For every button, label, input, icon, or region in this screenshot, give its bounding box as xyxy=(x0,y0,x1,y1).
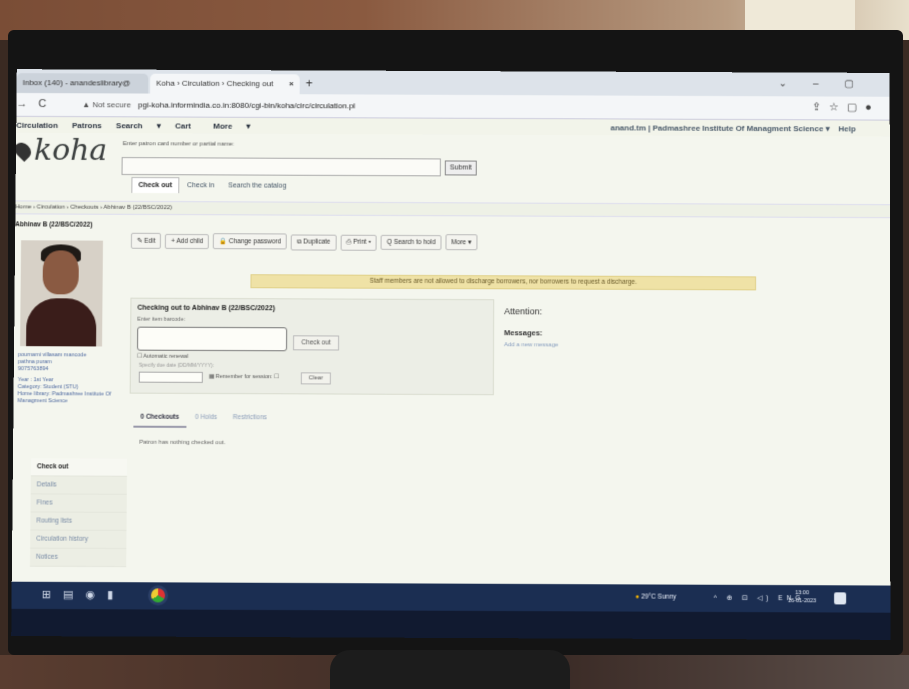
help-link[interactable]: Help xyxy=(838,124,855,133)
user-info[interactable]: anand.tm | Padmashree Institute Of Manag… xyxy=(611,123,856,133)
notification-icon[interactable] xyxy=(834,592,847,605)
tab-search-catalog[interactable]: Search the catalog xyxy=(222,178,292,193)
search-tabs: Check out Check in Search the catalog xyxy=(131,177,292,194)
side-notices[interactable]: Notices xyxy=(29,548,127,568)
messages-heading: Messages: xyxy=(504,328,543,338)
remember-checkbox[interactable]: ▦ Remember for session: ☐ xyxy=(209,374,279,380)
due-date-input[interactable] xyxy=(138,371,203,383)
chevron-down-icon: ▾ xyxy=(825,124,830,134)
cart-icon: ▾ xyxy=(156,121,161,131)
attention-heading: Attention: xyxy=(504,306,543,317)
add-child-button[interactable]: + Add child xyxy=(165,233,210,250)
side-fines[interactable]: Fines xyxy=(30,494,127,513)
tab-koha[interactable]: × Koha › Circulation › Checking out xyxy=(150,73,300,95)
koha-top-nav: Circulation Patrons Search ▾ Cart More ▾… xyxy=(16,116,890,137)
duplicate-button[interactable]: ⧉ Duplicate xyxy=(290,234,337,251)
add-message-link[interactable]: Add a new message xyxy=(504,342,558,348)
patron-search-input[interactable] xyxy=(121,157,441,177)
monitor-screen: Inbox (140) - anandeslibrary@ × Koha › C… xyxy=(11,69,891,640)
nav-cart[interactable]: ▾ Cart xyxy=(157,121,199,130)
nav-buttons[interactable]: → C xyxy=(16,98,50,110)
screen-bottom-edge xyxy=(11,608,891,640)
taskbar-app-icons[interactable]: ⊞▤◉▮ xyxy=(42,588,126,601)
side-details[interactable]: Details xyxy=(30,476,127,495)
warning-icon: ▲ xyxy=(82,100,93,110)
tab-restrictions[interactable]: Restrictions xyxy=(226,409,274,426)
patron-info: pournami villasam mancode pathna puram 9… xyxy=(17,352,116,405)
search-to-hold-button[interactable]: Q Search to hold xyxy=(380,234,442,251)
clear-button[interactable]: Clear xyxy=(300,372,331,385)
barcode-input[interactable] xyxy=(137,326,288,352)
checkout-panel: Checking out to Abhinav B (22/BSC/2022) … xyxy=(129,297,495,396)
nav-circulation[interactable]: Circulation xyxy=(16,121,58,130)
patron-library: Home library: Padmashree Institute Of Ma… xyxy=(17,391,112,405)
side-check-out[interactable]: Check out xyxy=(30,458,128,477)
weather-widget[interactable]: ● 29°C Sunny xyxy=(635,593,676,600)
change-password-button[interactable]: 🔒 Change password xyxy=(212,233,288,250)
barcode-hint: Enter item barcode: xyxy=(137,316,186,323)
patron-name: Abhinav B (22/BSC/2022) xyxy=(15,221,93,229)
issue-tabs: 0 Checkouts 0 Holds Restrictions xyxy=(133,408,274,429)
monitor-stand xyxy=(330,650,570,689)
patron-side-menu: Check out Details Fines Routing lists Ci… xyxy=(29,458,128,568)
checkout-title: Checking out to Abhinav B (22/BSC/2022) xyxy=(137,304,276,313)
nav-search[interactable]: Search xyxy=(116,121,143,130)
tab-holds[interactable]: 0 Holds xyxy=(188,409,224,426)
tab-check-in[interactable]: Check in xyxy=(181,178,220,193)
nav-more[interactable]: More ▾ xyxy=(213,122,258,131)
breadcrumb[interactable]: Home › Circulation › Checkouts › Abhinav… xyxy=(15,200,890,219)
edit-button[interactable]: ✎ Edit xyxy=(130,232,162,249)
tab-koha-label: Koha › Circulation › Checking out xyxy=(156,78,274,89)
koha-logo[interactable]: koha xyxy=(11,133,107,168)
koha-drop-icon xyxy=(11,139,35,162)
tab-check-out[interactable]: Check out xyxy=(131,177,180,194)
side-circulation-history[interactable]: Circulation history xyxy=(30,530,127,550)
tab-gmail-label: Inbox (140) - anandeslibrary@ xyxy=(22,78,131,88)
tab-checkouts[interactable]: 0 Checkouts xyxy=(133,408,187,428)
browser-action-icons[interactable]: ⇪☆▢● xyxy=(812,100,880,113)
windows-taskbar: ⊞▤◉▮ ● 29°C Sunny ^ ⊕ ⊡ ◁) ENG 13:00 16-… xyxy=(11,581,891,613)
close-tab-icon[interactable]: × xyxy=(289,79,294,88)
check-out-button[interactable]: Check out xyxy=(293,335,340,351)
chevron-down-icon: ▾ xyxy=(246,121,251,131)
nav-patrons[interactable]: Patrons xyxy=(72,121,102,130)
patron-search-hint: Enter patron card number or partial name… xyxy=(122,141,235,148)
calendar-icon[interactable]: ▦ xyxy=(209,374,214,380)
patron-photo xyxy=(20,240,103,347)
discharge-warning: Staff members are not allowed to dischar… xyxy=(250,274,757,291)
more-button[interactable]: More ▾ xyxy=(445,234,478,251)
chrome-icon[interactable] xyxy=(147,585,169,606)
submit-button[interactable]: Submit xyxy=(444,160,477,176)
url-field[interactable]: pgi-koha.informindia.co.in:8080/cgi-bin/… xyxy=(138,100,355,110)
not-secure-label[interactable]: ▲ Not secure xyxy=(82,100,131,109)
window-controls[interactable]: ⌄–▢ xyxy=(779,78,880,89)
clock[interactable]: 13:00 16-01-2023 xyxy=(788,589,816,605)
tab-gmail[interactable]: Inbox (140) - anandeslibrary@ xyxy=(16,73,149,94)
patron-toolbar: ✎ Edit + Add child 🔒 Change password ⧉ D… xyxy=(130,232,479,251)
side-routing-lists[interactable]: Routing lists xyxy=(30,512,127,531)
due-date-hint: Specify due date (DD/MM/YYYY): xyxy=(138,362,214,369)
new-tab-button[interactable]: + xyxy=(306,76,313,90)
auto-renew-checkbox[interactable]: ☐ Automatic renewal xyxy=(137,354,188,360)
nothing-checked-out: Patron has nothing checked out. xyxy=(139,439,226,447)
sun-icon: ● xyxy=(635,593,640,601)
print-button[interactable]: ⎙ Print ▾ xyxy=(340,234,378,251)
